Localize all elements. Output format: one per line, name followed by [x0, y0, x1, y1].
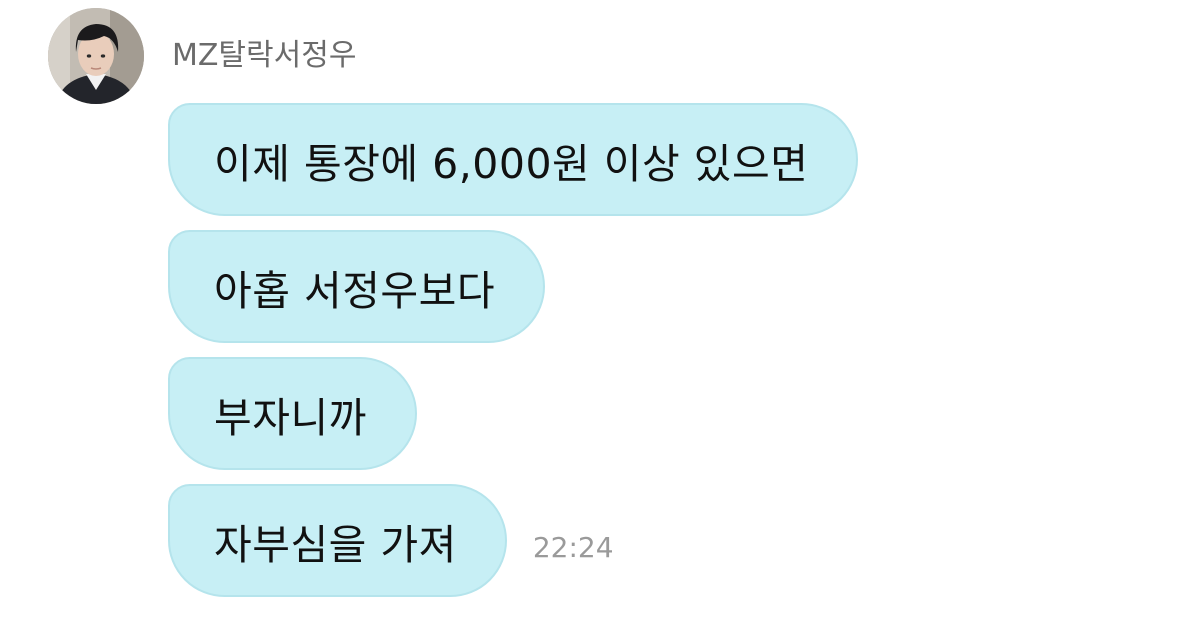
- message-list: 이제 통장에 6,000원 이상 있으면 아홉 서정우보다 부자니까 자부심을 …: [168, 103, 859, 611]
- message-row: 이제 통장에 6,000원 이상 있으면: [168, 103, 859, 216]
- message-row: 자부심을 가져 22:24: [168, 484, 858, 597]
- message-bubble[interactable]: 아홉 서정우보다: [168, 230, 546, 343]
- message-bubble[interactable]: 부자니까: [168, 357, 417, 470]
- message-bubble[interactable]: 이제 통장에 6,000원 이상 있으면: [168, 103, 859, 216]
- message-bubble[interactable]: 자부심을 가져: [168, 484, 507, 597]
- message-timestamp: 22:24: [532, 531, 614, 564]
- message-row: 부자니까: [168, 357, 858, 470]
- profile-photo-icon: [48, 8, 144, 104]
- message-row: 아홉 서정우보다: [168, 230, 858, 343]
- sender-name: MZ탈락서정우: [172, 38, 357, 73]
- sender-avatar[interactable]: [48, 8, 144, 104]
